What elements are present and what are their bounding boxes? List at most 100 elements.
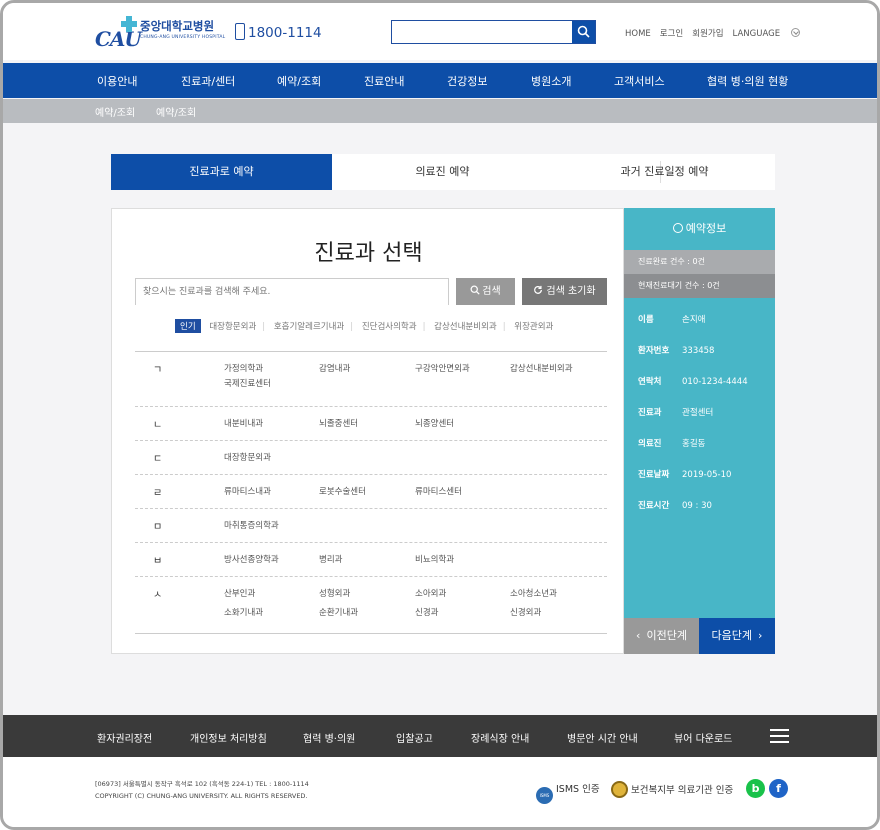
footer-link-bids[interactable]: 입찰공고 xyxy=(396,730,433,745)
site-search-button[interactable] xyxy=(572,21,595,43)
prev-step-button[interactable]: ‹ 이전단계 xyxy=(624,618,699,654)
department-link[interactable]: 국제진료센터 xyxy=(224,377,271,389)
footer-address: [06973] 서울특별시 동작구 흑석로 102 (흑석동 224-1) TE… xyxy=(95,778,309,802)
department-link[interactable]: 방사선종양학과 xyxy=(224,553,279,565)
isms-label: ISMS 인증 xyxy=(556,784,600,795)
search-icon xyxy=(577,25,590,38)
department-link[interactable]: 내분비내과 xyxy=(224,417,263,429)
popular-dept-link[interactable]: 갑상선내분비외과 xyxy=(434,322,497,332)
phone-number: 1800-1114 xyxy=(235,23,322,41)
site-search-input[interactable] xyxy=(392,21,572,43)
next-step-button[interactable]: 다음단계 › xyxy=(699,618,775,654)
breadcrumb-item[interactable]: 예약/조회 xyxy=(95,104,135,119)
department-list: ㄱ 가정의학과 감염내과 구강악안면외과 갑상선내분비외과 국제진료센터 ㄴ 내… xyxy=(135,351,607,634)
nav-item-departments[interactable]: 진료과/센터 xyxy=(181,73,235,89)
consonant-label: ㅂ xyxy=(153,556,163,567)
phone-text: 1800-1114 xyxy=(248,25,322,41)
department-search-input[interactable] xyxy=(136,279,448,305)
footer-link-patient-rights[interactable]: 환자권리장전 xyxy=(97,730,152,745)
consonant-label: ㅁ xyxy=(153,522,163,533)
tab-department[interactable]: 진료과로 예약 xyxy=(111,154,332,190)
consonant-label: ㅅ xyxy=(153,590,163,601)
facebook-icon[interactable]: f xyxy=(769,779,788,798)
department-link[interactable]: 소아청소년과 xyxy=(510,587,557,599)
department-link[interactable]: 신경외과 xyxy=(510,606,541,618)
info-label: 의료진 xyxy=(638,439,662,449)
list-item: ㄷ 대장항문외과 xyxy=(135,441,607,475)
hospital-logo[interactable]: CAU 중앙대학교병원 CHUNG-ANG UNIVERSITY HOSPITA… xyxy=(95,15,226,51)
popular-dept-link[interactable]: 대장항문외과 xyxy=(209,322,256,332)
reservation-info-panel: 예약정보 진료완료 건수 : 0건 현재진료대기 건수 : 0건 이름 손지애 환… xyxy=(624,208,775,654)
footer: [06973] 서울특별시 동작구 흑석로 102 (흑석동 224-1) TE… xyxy=(3,757,877,827)
search-icon xyxy=(470,285,480,295)
blog-icon[interactable]: b xyxy=(746,779,765,798)
department-link[interactable]: 성형외과 xyxy=(319,587,350,599)
footer-link-funeral[interactable]: 장례식장 안내 xyxy=(471,730,529,745)
nav-item-about[interactable]: 병원소개 xyxy=(531,73,571,89)
list-item: ㄹ 류마티스내과 로봇수술센터 류마티스센터 xyxy=(135,475,607,509)
util-signup-link[interactable]: 회원가입 xyxy=(692,29,723,39)
footer-navigation: 환자권리장전 개인정보 처리방침 협력 병·의원 입찰공고 장례식장 안내 병문… xyxy=(3,715,877,757)
popular-tag: 인기 xyxy=(175,319,201,333)
reservation-tabs: 진료과로 예약 의료진 예약 과거 진료일정 예약 xyxy=(111,154,775,190)
info-title-text: 예약정보 xyxy=(685,222,727,235)
department-link[interactable]: 로봇수술센터 xyxy=(319,485,366,497)
info-label: 이름 xyxy=(638,315,654,325)
department-link[interactable]: 류마티스내과 xyxy=(224,485,271,497)
department-link[interactable]: 구강악안면외과 xyxy=(415,362,470,374)
department-link[interactable]: 류마티스센터 xyxy=(415,485,462,497)
popular-dept-link[interactable]: 호흡기알레르기내과 xyxy=(274,322,344,332)
department-link[interactable]: 마취통증의학과 xyxy=(224,519,279,531)
list-item: ㅁ 마취통증의학과 xyxy=(135,509,607,543)
consonant-label: ㄷ xyxy=(153,454,163,465)
top-header: CAU 중앙대학교병원 CHUNG-ANG UNIVERSITY HOSPITA… xyxy=(3,3,877,60)
footer-link-partners[interactable]: 협력 병·의원 xyxy=(303,730,355,745)
department-link[interactable]: 신경과 xyxy=(415,606,438,618)
page-title: 진료과 선택 xyxy=(314,241,423,266)
menu-icon[interactable] xyxy=(770,729,789,743)
info-label: 진료시간 xyxy=(638,501,670,511)
footer-link-viewer[interactable]: 뷰어 다운로드 xyxy=(674,730,732,745)
logo-sub-text: CHUNG-ANG UNIVERSITY HOSPITAL xyxy=(140,35,226,40)
certification-badge-icon xyxy=(611,781,628,798)
department-link[interactable]: 가정의학과 xyxy=(224,362,263,374)
breadcrumb-item[interactable]: 예약/조회 xyxy=(156,104,196,119)
department-link[interactable]: 대장항문외과 xyxy=(224,451,271,463)
info-label: 연락처 xyxy=(638,377,662,387)
info-row-date: 진료날짜 2019-05-10 xyxy=(638,468,731,480)
nav-item-partners[interactable]: 협력 병·의원 현황 xyxy=(707,73,788,89)
completed-count: 진료완료 건수 : 0건 xyxy=(624,250,775,274)
list-item: ㄱ 가정의학과 감염내과 구강악안면외과 갑상선내분비외과 국제진료센터 xyxy=(135,352,607,407)
list-item: ㅂ 방사선종양학과 병리과 비뇨의학과 xyxy=(135,543,607,577)
department-link[interactable]: 산부인과 xyxy=(224,587,255,599)
search-reset-button[interactable]: 검색 초기화 xyxy=(522,278,607,305)
department-search-button[interactable]: 검색 xyxy=(456,278,515,305)
footer-link-privacy[interactable]: 개인정보 처리방침 xyxy=(190,730,267,745)
tab-doctor[interactable]: 의료진 예약 xyxy=(332,154,553,190)
department-link[interactable]: 소아외과 xyxy=(415,587,446,599)
department-link[interactable]: 갑상선내분비외과 xyxy=(510,362,573,374)
department-link[interactable]: 뇌졸중센터 xyxy=(319,417,358,429)
util-language-link[interactable]: LANGUAGE xyxy=(733,28,810,39)
department-link[interactable]: 뇌종양센터 xyxy=(415,417,454,429)
department-link[interactable]: 순환기내과 xyxy=(319,606,358,618)
util-login-link[interactable]: 로그인 xyxy=(660,29,683,39)
list-item: ㅅ 산부인과 성형외과 소아외과 소아청소년과 소화기내과 순환기내과 신경과 … xyxy=(135,577,607,634)
util-home-link[interactable]: HOME xyxy=(625,29,651,39)
info-value: 손지애 xyxy=(682,315,706,325)
department-link[interactable]: 병리과 xyxy=(319,553,342,565)
popular-dept-link[interactable]: 진단검사의학과 xyxy=(362,322,417,332)
nav-item-health-info[interactable]: 건강정보 xyxy=(447,73,487,89)
nav-item-guide[interactable]: 이용안내 xyxy=(97,73,137,89)
logo-cross-icon xyxy=(121,16,137,32)
nav-item-customer-service[interactable]: 고객서비스 xyxy=(614,73,665,89)
nav-item-treatment[interactable]: 진료안내 xyxy=(364,73,404,89)
tab-past-schedule[interactable]: 과거 진료일정 예약 xyxy=(554,154,775,190)
main-navigation: 이용안내 진료과/센터 예약/조회 진료안내 건강정보 병원소개 고객서비스 협… xyxy=(3,63,877,98)
department-link[interactable]: 비뇨의학과 xyxy=(415,553,454,565)
nav-item-reservation[interactable]: 예약/조회 xyxy=(277,73,321,89)
department-link[interactable]: 감염내과 xyxy=(319,362,350,374)
popular-dept-link[interactable]: 위장관외과 xyxy=(514,322,553,332)
department-link[interactable]: 소화기내과 xyxy=(224,606,263,618)
footer-link-visiting-hours[interactable]: 병문안 시간 안내 xyxy=(567,730,638,745)
